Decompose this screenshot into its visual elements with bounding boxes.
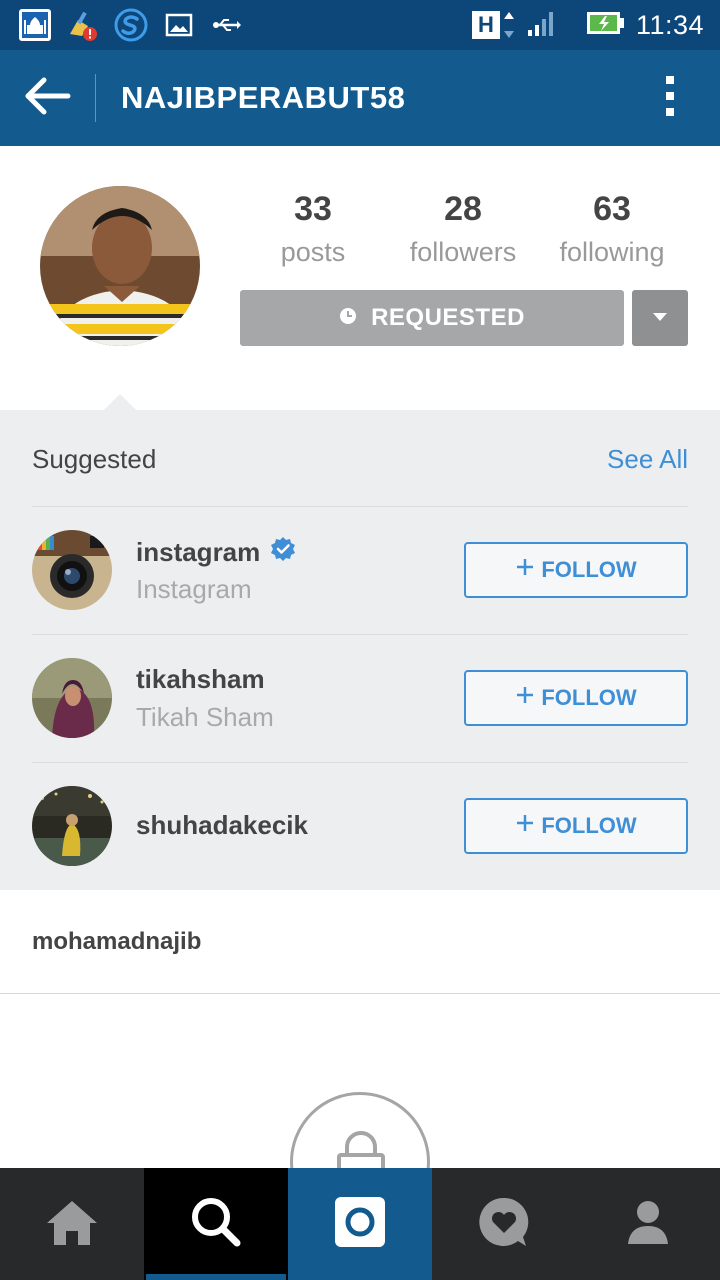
back-button[interactable] [0, 50, 96, 146]
suggested-user-row: instagram Instagram FOLLOW [0, 506, 720, 634]
posts-count: 33 [294, 190, 332, 228]
plus-icon [515, 557, 535, 583]
following-count: 63 [593, 190, 631, 228]
requested-label: REQUESTED [371, 304, 525, 331]
appbar-divider [95, 74, 96, 122]
following-label: following [559, 237, 665, 267]
app-bar: NAJIBPERABUT58 [0, 50, 720, 146]
notification-icons [18, 8, 244, 42]
followers-stat[interactable]: 28 followers [388, 190, 538, 268]
plus-icon [515, 685, 535, 711]
username-text: shuhadakecik [136, 810, 308, 840]
suggested-username[interactable]: instagram [136, 536, 296, 569]
profile-icon [624, 1198, 672, 1251]
see-all-link[interactable]: See All [607, 444, 688, 475]
more-vertical-icon [664, 74, 676, 123]
suggested-fullname: Tikah Sham [136, 702, 274, 732]
posts-label: posts [280, 237, 346, 267]
nav-tab-activity[interactable] [432, 1168, 576, 1280]
follow-button[interactable]: FOLLOW [464, 542, 688, 598]
verified-badge-icon [270, 536, 296, 569]
nav-tab-search[interactable] [144, 1168, 288, 1280]
follow-label: FOLLOW [541, 557, 637, 582]
nav-tab-home[interactable] [0, 1168, 144, 1280]
suggested-title: Suggested [32, 444, 157, 474]
panel-pointer [104, 394, 136, 410]
suggestions-toggle-button[interactable] [632, 290, 688, 346]
profile-full-name: mohamadnajib [32, 928, 202, 955]
suggested-fullname: Instagram [136, 574, 252, 604]
following-stat[interactable]: 63 following [537, 190, 687, 268]
home-icon [43, 1197, 101, 1252]
suggested-username[interactable]: tikahsham [136, 664, 265, 695]
activity-icon [478, 1196, 530, 1253]
username-text: tikahsham [136, 664, 265, 694]
bottom-navigation [0, 1168, 720, 1280]
nav-tab-camera[interactable] [288, 1168, 432, 1280]
search-icon [189, 1195, 243, 1254]
suggested-avatar-shuhadakecik[interactable] [32, 786, 112, 866]
clock-icon [339, 304, 357, 332]
posts-stat[interactable]: 33 posts [238, 190, 388, 268]
status-bar: H 11:34 [0, 0, 720, 50]
follow-label: FOLLOW [541, 685, 637, 710]
clock: 11:34 [635, 9, 704, 40]
network-type-indicator: H [471, 10, 516, 40]
caret-down-icon [652, 309, 668, 327]
follow-button[interactable]: FOLLOW [464, 670, 688, 726]
plus-icon [515, 813, 535, 839]
follow-label: FOLLOW [541, 813, 637, 838]
camera-icon [334, 1196, 386, 1253]
followers-label: followers [409, 237, 517, 267]
active-tab-indicator [146, 1274, 286, 1280]
nav-tab-profile[interactable] [576, 1168, 720, 1280]
arrow-left-icon [24, 76, 72, 121]
network-letter: H [471, 11, 500, 39]
mosque-app-icon [18, 8, 52, 42]
suggested-user-row: tikahsham Tikah Sham FOLLOW [0, 634, 720, 762]
page-title: NAJIBPERABUT58 [121, 80, 406, 115]
suggested-avatar-tikahsham[interactable] [32, 658, 112, 738]
overflow-menu-button[interactable] [640, 74, 700, 122]
follow-button[interactable]: FOLLOW [464, 798, 688, 854]
suggested-avatar-instagram[interactable] [32, 530, 112, 610]
battery-charging-icon [586, 9, 626, 42]
image-icon [162, 8, 196, 42]
divider [0, 993, 720, 994]
suggested-panel: Suggested See All instagram Instagram FO… [0, 394, 720, 890]
followers-count: 28 [444, 190, 482, 228]
s-app-icon [114, 8, 148, 42]
system-status: H 11:34 [471, 8, 704, 43]
profile-avatar[interactable] [40, 186, 200, 346]
requested-button[interactable]: REQUESTED [240, 290, 624, 346]
signal-icon [526, 8, 556, 43]
cleaner-alert-icon [66, 8, 100, 42]
suggested-username[interactable]: shuhadakecik [136, 810, 308, 841]
usb-icon [210, 8, 244, 42]
suggested-user-row: shuhadakecik FOLLOW [0, 762, 720, 890]
username-text: instagram [136, 537, 261, 567]
